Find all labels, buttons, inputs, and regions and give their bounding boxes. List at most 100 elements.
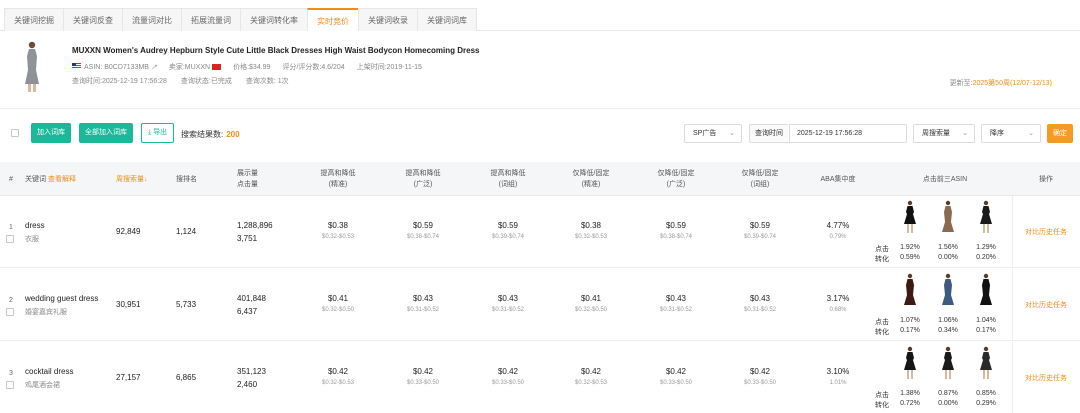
bid-range: $0.33-$0.50 xyxy=(659,380,693,386)
display-value: 351,123 xyxy=(237,367,266,376)
toolbar: 加入词库 全部加入词库 ⤓ 导出 搜索结果数: 200 SP广告 ⌄ 查询时间 20… xyxy=(0,123,1080,145)
table-header: # 关键词 查看解释 周搜索量↓ 搜排名 展示量 点击量 提高和降低 (精准) 提高… xyxy=(0,162,1080,196)
table-row: 2 wedding guest dress 婚宴嘉宾礼服 30,951 5,733 401… xyxy=(0,269,1080,341)
download-icon: ⤓ xyxy=(148,129,152,136)
aba-sub-value: 1.01% xyxy=(829,380,847,386)
row-checkbox[interactable] xyxy=(6,308,14,316)
query-status: 查询状态:已完成 xyxy=(180,78,232,85)
seller-info: 卖家:MUXXN xyxy=(168,62,222,72)
bid-range: $0.32-$0.53 xyxy=(574,380,608,386)
asin-conversion-rate: 0.20% xyxy=(976,254,996,261)
row-index: 2 xyxy=(9,297,13,304)
row-checkbox[interactable] xyxy=(6,235,14,243)
asin-conversion-rate: 0.17% xyxy=(900,327,920,334)
bid-cell: $0.38 $0.32-$0.53 xyxy=(298,221,378,240)
asin-conversion-rate: 0.00% xyxy=(938,254,958,261)
tab-1[interactable]: 关键词反查 xyxy=(63,8,123,31)
sort-order-select[interactable]: 降序 ⌄ xyxy=(981,124,1041,143)
select-all-checkbox[interactable] xyxy=(11,129,19,137)
bid-suggested: $0.42 xyxy=(749,367,771,376)
ad-type-value: SP广告 xyxy=(693,130,717,137)
asin-info[interactable]: ASIN: B0CD7133MB ↗ xyxy=(72,63,157,71)
rank-value: 1,124 xyxy=(176,227,197,236)
asin-conversion-rate: 0.72% xyxy=(900,400,920,407)
keyword-text[interactable]: dress xyxy=(25,221,45,230)
asin-value: ASIN: B0CD7133MB xyxy=(84,64,149,71)
aba-value: 3.10% xyxy=(826,367,850,376)
bid-cell: $0.43 $0.31-$0.52 xyxy=(636,294,716,313)
export-button[interactable]: ⤓ 导出 xyxy=(141,123,175,143)
col-rank: 搜排名 xyxy=(176,176,197,183)
query-count: 查询次数: 1次 xyxy=(245,78,289,85)
keyword-explain-link[interactable]: 查看解释 xyxy=(48,176,76,183)
col-bid-up-exact: 提高和降低 (精准) xyxy=(298,168,378,190)
tab-7[interactable]: 关键词词库 xyxy=(417,8,477,31)
confirm-button[interactable]: 确定 xyxy=(1047,124,1073,143)
bid-cell: $0.43 $0.31-$0.52 xyxy=(468,294,548,313)
add-to-library-button[interactable]: 加入词库 xyxy=(31,123,71,143)
bid-suggested: $0.38 xyxy=(327,221,349,230)
bid-range: $0.31-$0.52 xyxy=(491,307,525,313)
bid-suggested: $0.43 xyxy=(412,294,434,303)
row-checkbox[interactable] xyxy=(6,381,14,389)
col-weekly-search[interactable]: 周搜索量↓ xyxy=(116,174,148,185)
asin-click-rate: 1.38% xyxy=(900,390,920,397)
row-index: 3 xyxy=(9,370,13,377)
export-label: 导出 xyxy=(153,129,168,136)
bid-suggested: $0.43 xyxy=(497,294,519,303)
product-title[interactable]: MUXXN Women's Audrey Hepburn Style Cute … xyxy=(72,46,479,55)
compare-history-link[interactable]: 对比历史任务 xyxy=(1025,300,1067,310)
bid-cell: $0.42 $0.33-$0.50 xyxy=(468,367,548,386)
aba-value: 3.17% xyxy=(826,294,850,303)
chevron-down-icon: ⌄ xyxy=(962,130,968,137)
update-label: 更新至: xyxy=(949,80,973,87)
bid-cell: $0.38 $0.32-$0.53 xyxy=(551,221,631,240)
col-top3-asin: 点击前三ASIN xyxy=(922,176,968,183)
tab-6[interactable]: 关键词收录 xyxy=(358,8,418,31)
tab-4[interactable]: 关键词转化率 xyxy=(240,8,308,31)
bid-header: 仅降低/固定 xyxy=(572,170,610,177)
aba-value: 4.77% xyxy=(826,221,850,230)
aba-cell: 3.17% 0.68% xyxy=(808,294,868,313)
bid-suggested: $0.43 xyxy=(665,294,687,303)
tab-2[interactable]: 流量词对比 xyxy=(122,8,182,31)
bid-header: 提高和降低 xyxy=(490,170,526,177)
tab-5[interactable]: 实时竞价 xyxy=(307,8,359,31)
clicks-value: 3,751 xyxy=(237,234,258,243)
bid-range: $0.33-$0.50 xyxy=(406,380,440,386)
compare-history-link[interactable]: 对比历史任务 xyxy=(1025,373,1067,383)
query-time-picker[interactable]: 2025-12-19 17:56:28 xyxy=(789,124,907,143)
chevron-down-icon: ⌄ xyxy=(729,130,735,137)
aba-cell: 4.77% 0.79% xyxy=(808,221,868,240)
keyword-text[interactable]: cocktail dress xyxy=(25,367,73,376)
bid-cell: $0.42 $0.33-$0.50 xyxy=(636,367,716,386)
bid-header: 仅降低/固定 xyxy=(741,170,779,177)
sort-field-value: 周搜索量 xyxy=(922,130,950,137)
sort-field-select[interactable]: 周搜索量 ⌄ xyxy=(913,124,975,143)
table-row: 1 dress 衣服 92,849 1,124 1,288,896 3,751 $0.38 $0… xyxy=(0,196,1080,268)
row-index: 1 xyxy=(9,224,13,231)
us-flag-icon xyxy=(72,63,81,69)
col-bid-down-exact: 仅降低/固定 (精准) xyxy=(551,168,631,190)
aba-cell: 3.10% 1.01% xyxy=(808,367,868,386)
compare-history-link[interactable]: 对比历史任务 xyxy=(1025,227,1067,237)
keyword-translation: 鸡尾酒会裙 xyxy=(25,382,60,389)
query-time: 查询时间:2025-12-19 17:56:28 xyxy=(72,78,167,85)
add-all-to-library-button[interactable]: 全部加入词库 xyxy=(79,123,133,143)
external-link-icon[interactable]: ↗ xyxy=(151,64,157,71)
col-bid-up-phrase: 提高和降低 (词组) xyxy=(468,168,548,190)
bid-suggested: $0.43 xyxy=(749,294,771,303)
update-value[interactable]: 2025第50周(12/07-12/13) xyxy=(973,80,1052,87)
clicks-value: 6,437 xyxy=(237,307,258,316)
click-label: 点击 xyxy=(875,392,889,399)
tab-0[interactable]: 关键词挖掘 xyxy=(4,8,64,31)
bid-range: $0.32-$0.53 xyxy=(321,234,355,240)
bid-sub-header: (词组) xyxy=(750,181,770,188)
ad-type-select[interactable]: SP广告 ⌄ xyxy=(684,124,742,143)
keyword-translation: 婚宴嘉宾礼服 xyxy=(25,309,67,316)
seller-value: 卖家:MUXXN xyxy=(168,64,211,71)
tab-3[interactable]: 拓展流量词 xyxy=(181,8,241,31)
conversion-label: 转化 xyxy=(875,402,889,409)
keyword-text[interactable]: wedding guest dress xyxy=(25,294,98,303)
bid-suggested: $0.42 xyxy=(412,367,434,376)
